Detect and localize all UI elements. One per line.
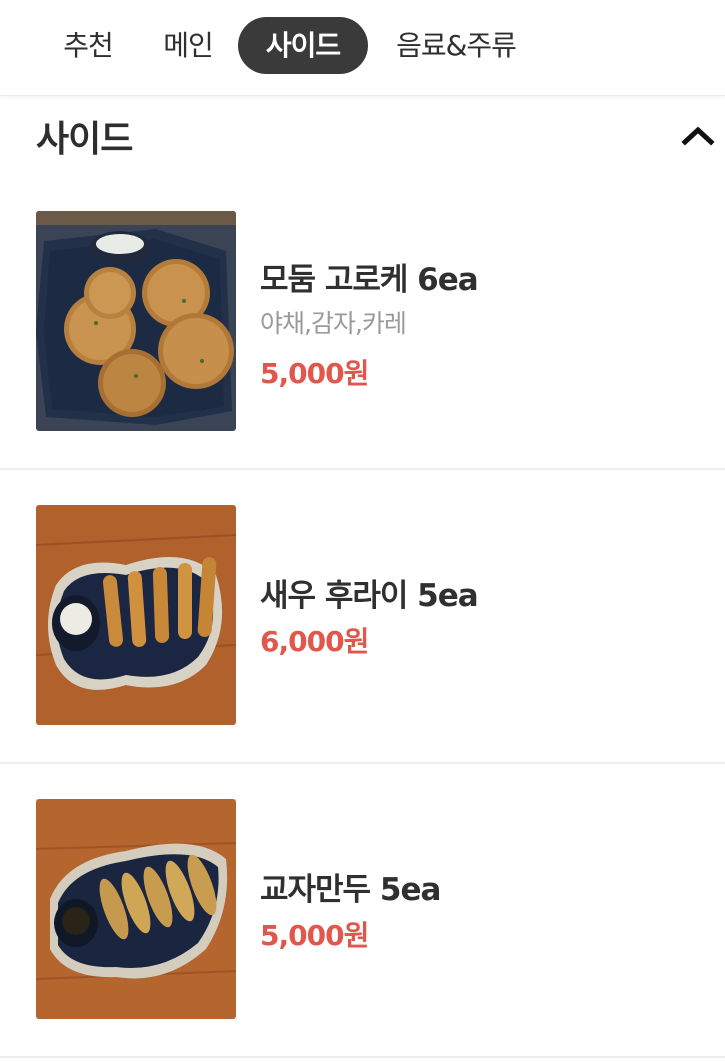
tab-side[interactable]: 사이드 [238,17,368,74]
chevron-up-icon [681,126,715,146]
fried-shrimp-photo [36,505,236,725]
menu-item-price: 5,000원 [260,357,369,390]
category-tab-bar: 추천 메인 사이드 음료&주류 [0,0,725,96]
tab-recommended[interactable]: 추천 [56,17,120,74]
gyoza-photo [36,799,236,1019]
menu-item-photo [36,505,236,725]
croquette-photo [36,211,236,431]
menu-item-price: 5,000원 [260,919,369,952]
section-header: 사이드 [0,96,725,176]
menu-item-name: 모둠 고로케 6ea [260,262,479,298]
menu-item[interactable]: 새우 후라이 5ea 6,000원 [0,470,725,764]
menu-item-photo [36,799,236,1019]
tab-drinks[interactable]: 음료&주류 [386,17,526,74]
menu-item-name: 새우 후라이 5ea [260,578,479,614]
menu-item[interactable]: 모둠 고로케 6ea 야채,감자,카레 5,000원 [0,176,725,470]
section-title: 사이드 [36,119,133,160]
menu-item-description: 야채,감자,카레 [260,309,407,338]
menu-item-photo [36,211,236,431]
tab-main[interactable]: 메인 [158,17,218,74]
collapse-button[interactable] [680,120,716,150]
menu-item[interactable]: 교자만두 5ea 5,000원 [0,764,725,1058]
menu-item-price: 6,000원 [260,625,369,658]
menu-item-name: 교자만두 5ea [260,872,441,908]
